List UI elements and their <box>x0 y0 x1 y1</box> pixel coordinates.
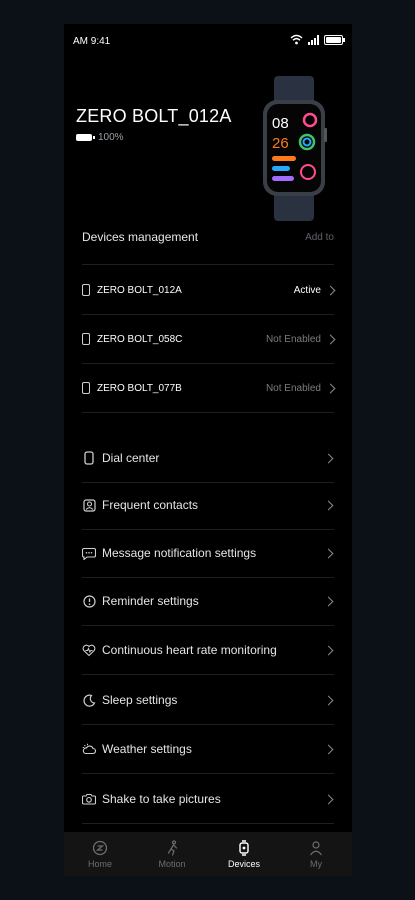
chevron-right-icon <box>325 285 336 295</box>
chevron-right-icon <box>323 695 334 705</box>
status-bar: AM 9:41 <box>64 24 352 58</box>
menu-item-frequent-contacts[interactable]: Frequent contacts <box>82 481 334 530</box>
wifi-icon <box>290 34 303 45</box>
menu-item-label: Dial center <box>102 451 160 465</box>
watch-image: 08 26 <box>263 76 327 221</box>
menu-item-label: Weather settings <box>102 742 192 756</box>
tab-my[interactable]: My <box>280 832 352 876</box>
devices-management-title: Devices management <box>82 230 199 244</box>
menu-item-shake-to-take-pictures[interactable]: Shake to take pictures <box>82 775 334 824</box>
device-row-name: ZERO BOLT_012A <box>97 284 182 296</box>
menu-item-weather-settings[interactable]: Weather settings <box>82 725 334 774</box>
add-device-button[interactable]: Add to <box>305 232 334 243</box>
battery-icon <box>76 134 95 141</box>
reminder-icon <box>82 594 96 608</box>
tab-label: Home <box>87 858 112 869</box>
device-row[interactable]: ZERO BOLT_077B Not Enabled <box>82 364 336 413</box>
chevron-right-icon <box>323 548 334 558</box>
menu-item-label: Sleep settings <box>102 693 178 707</box>
chevron-right-icon <box>323 596 334 606</box>
menu-item-label: Continuous heart rate monitoring <box>102 643 277 657</box>
message-icon <box>82 546 96 560</box>
device-row[interactable]: ZERO BOLT_058C Not Enabled <box>82 315 336 364</box>
menu-item-dial-center[interactable]: Dial center <box>82 434 334 483</box>
device-row-name: ZERO BOLT_077B <box>97 382 182 394</box>
battery-level: 100% <box>76 132 124 143</box>
menu-item-reminder-settings[interactable]: Reminder settings <box>82 577 334 626</box>
device-row[interactable]: ZERO BOLT_012A Active <box>82 266 336 315</box>
home-icon <box>92 840 108 855</box>
contacts-icon <box>82 498 96 512</box>
camera-icon <box>82 792 96 806</box>
watch-time-hours: 08 <box>272 115 289 132</box>
watch-icon <box>82 333 90 345</box>
chevron-right-icon <box>323 645 334 655</box>
menu-item-heart-rate[interactable]: Continuous heart rate monitoring <box>82 626 334 675</box>
watch-icon <box>82 284 90 296</box>
menu-item-sleep-settings[interactable]: Sleep settings <box>82 676 334 725</box>
status-icons <box>290 34 345 45</box>
devices-management-header: Devices management Add to <box>82 210 334 265</box>
status-time: AM 9:41 <box>73 36 111 47</box>
chevron-right-icon <box>325 383 336 393</box>
chevron-right-icon <box>323 453 334 463</box>
signal-icon <box>308 34 319 45</box>
tab-motion[interactable]: Motion <box>136 832 208 876</box>
device-row-status: Not Enabled <box>265 382 321 394</box>
person-icon <box>310 840 322 855</box>
battery-icon <box>324 34 345 45</box>
menu-item-label: Reminder settings <box>102 594 199 608</box>
chevron-right-icon <box>323 794 334 804</box>
app-screen: AM 9:41 ZERO BOLT_012A 100% 08 26 Device… <box>64 24 352 876</box>
heart-icon <box>82 643 96 657</box>
tab-label: My <box>310 858 322 869</box>
device-row-status: Active <box>293 284 321 296</box>
watch-icon <box>239 839 249 856</box>
chevron-right-icon <box>325 334 336 344</box>
tab-label: Motion <box>158 858 186 869</box>
motion-icon <box>167 839 178 856</box>
menu-item-label: Shake to take pictures <box>102 792 221 806</box>
tab-home[interactable]: Home <box>64 832 136 876</box>
device-row-name: ZERO BOLT_058C <box>97 333 183 345</box>
device-name: ZERO BOLT_012A <box>76 106 232 126</box>
menu-item-label: Message notification settings <box>102 546 257 560</box>
watch-icon <box>82 451 96 465</box>
tab-devices[interactable]: Devices <box>208 832 280 876</box>
watch-time-minutes: 26 <box>272 135 289 152</box>
tab-label: Devices <box>227 858 260 869</box>
watch-icon <box>82 382 90 394</box>
chevron-right-icon <box>323 744 334 754</box>
menu-item-label: Frequent contacts <box>102 498 199 512</box>
device-row-status: Not Enabled <box>265 333 321 345</box>
weather-icon <box>82 742 96 756</box>
chevron-right-icon <box>323 500 334 510</box>
moon-icon <box>82 693 96 707</box>
menu-item-message-notifications[interactable]: Message notification settings <box>82 529 334 578</box>
bottom-tab-bar: Home Motion Devices My <box>64 832 352 876</box>
battery-percent: 100% <box>98 132 124 143</box>
